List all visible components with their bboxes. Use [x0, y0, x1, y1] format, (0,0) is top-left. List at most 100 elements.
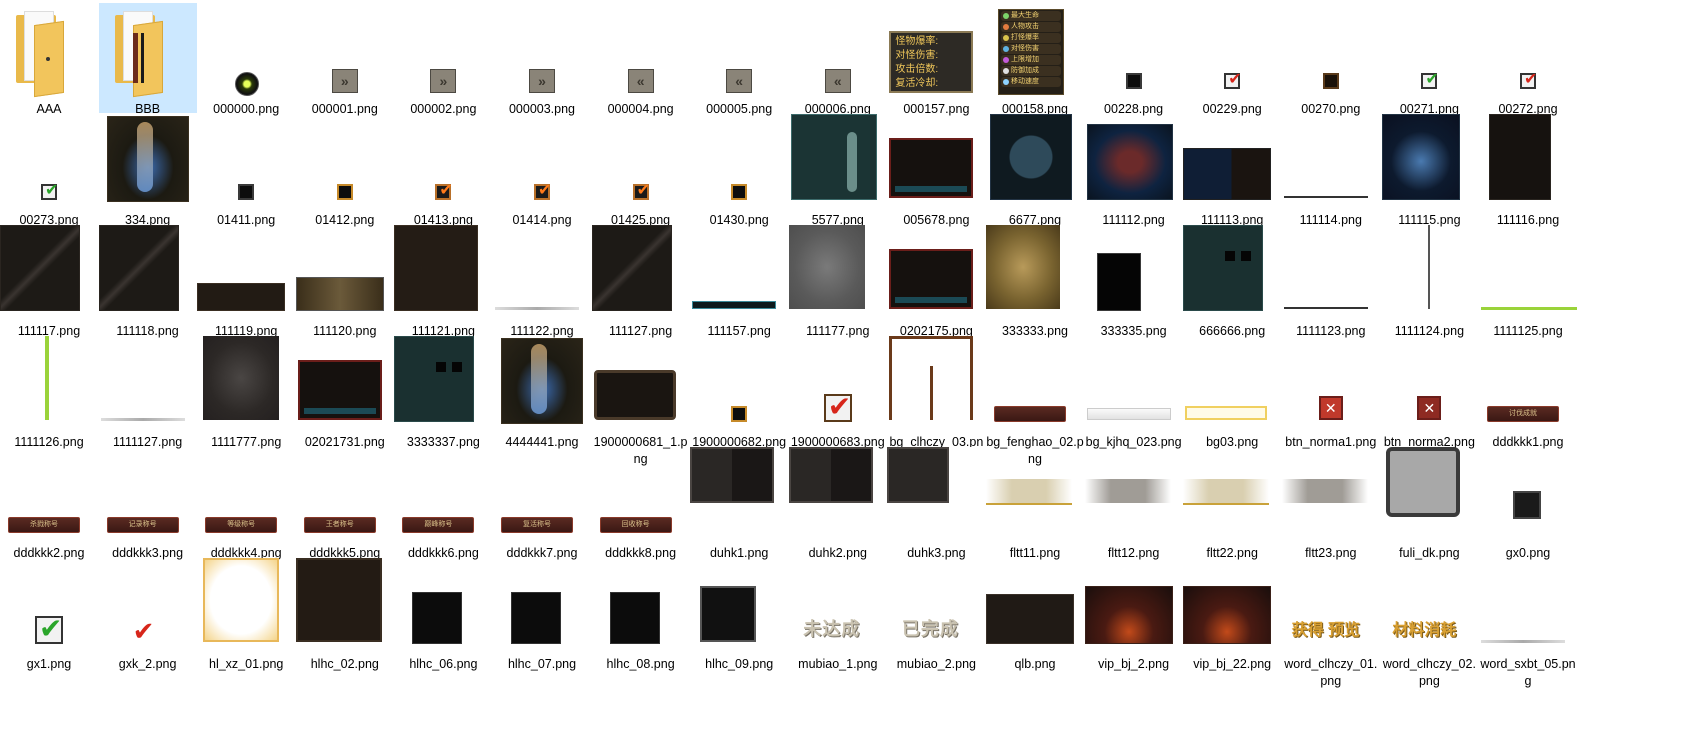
file-item[interactable]: 最大生命 人物攻击 打怪爆率 对怪伤害 上限增加 防御加成 移动速度 000158.png [986, 3, 1084, 116]
file-item[interactable]: » 000002.png [394, 3, 492, 116]
file-item[interactable]: 1111125.png [1479, 225, 1577, 338]
file-item[interactable]: 666666.png [1183, 225, 1281, 338]
file-item[interactable]: 111112.png [1085, 114, 1183, 227]
file-item[interactable]: ✔ 00229.png [1183, 3, 1281, 117]
file-item[interactable]: 6677.png [986, 114, 1084, 227]
file-item[interactable]: bg03.png [1183, 336, 1281, 449]
file-item[interactable]: 111117.png [0, 225, 98, 338]
file-item[interactable]: bg_clhczy_03.png [887, 336, 985, 466]
file-item[interactable]: 111119.png [197, 225, 295, 338]
file-item[interactable]: fuli_dk.png [1380, 447, 1478, 560]
file-item[interactable]: «000004.png [592, 3, 690, 116]
file-item[interactable]: 等级称号 dddkkk4.png [197, 447, 295, 560]
file-item[interactable]: 111114.png [1282, 114, 1380, 227]
file-item[interactable]: 回收称号 dddkkk8.png [592, 447, 690, 560]
file-item[interactable]: 111157.png [690, 225, 788, 338]
file-item[interactable]: 杀戮称号 dddkkk2.png [0, 447, 98, 560]
file-item[interactable]: hlhc_02.png [295, 558, 394, 671]
file-item[interactable]: bg_fenghao_02.png [986, 336, 1084, 466]
file-item[interactable]: vip_bj_2.png [1084, 558, 1183, 671]
file-item[interactable]: » 000003.png [493, 3, 591, 116]
file-item[interactable]: 111177.png [788, 225, 887, 338]
file-item[interactable]: 0202175.png [887, 225, 985, 338]
file-item[interactable]: ✔ 1900000683.png [789, 336, 887, 450]
file-item[interactable]: 01412.png [296, 114, 394, 227]
file-item[interactable]: 005678.png [887, 114, 985, 227]
file-item[interactable]: 获得 预览 word_clhczy_01.png [1282, 558, 1380, 688]
file-item[interactable]: gx0.png [1479, 447, 1577, 560]
file-item[interactable]: 1900000681_1.png [592, 336, 690, 466]
file-item[interactable]: 01411.png [197, 114, 295, 227]
file-item[interactable]: ✔ gx1.png [0, 558, 98, 672]
file-item[interactable]: 3333337.png [394, 336, 492, 449]
file-item[interactable]: 复活称号 dddkkk7.png [493, 447, 591, 560]
file-item[interactable]: 111113.png [1183, 114, 1281, 227]
file-item[interactable]: fltt22.png [1183, 447, 1281, 560]
file-item[interactable]: ✔ 00271.png [1380, 3, 1478, 117]
file-item[interactable]: 已完成 mubiao_2.png [887, 558, 985, 671]
file-item[interactable]: 01430.png [690, 114, 788, 227]
file-item[interactable]: 王者称号 dddkkk5.png [296, 447, 394, 560]
file-item[interactable]: word_sxbt_05.png [1479, 558, 1577, 688]
folder-item[interactable]: AAA [0, 3, 98, 116]
file-item[interactable]: ✕ btn_norma2.png [1380, 336, 1478, 449]
file-item[interactable]: fltt11.png [986, 447, 1084, 560]
file-item[interactable]: hlhc_07.png [493, 558, 591, 671]
thumbnail [986, 336, 1084, 434]
file-item[interactable]: 111116.png [1479, 114, 1577, 227]
file-item[interactable]: 333335.png [1085, 225, 1183, 338]
file-item[interactable]: 1111124.png [1380, 225, 1478, 338]
file-item[interactable]: 5577.png [789, 114, 887, 227]
file-item[interactable]: ✕ btn_norma1.png [1282, 336, 1380, 449]
file-item[interactable]: duhk3.png [887, 447, 985, 560]
folder-item[interactable]: BBB [98, 3, 197, 116]
file-item[interactable]: 02021731.png [296, 336, 394, 449]
file-item[interactable]: 1111123.png [1282, 225, 1380, 338]
banner-image: 巅峰称号 [402, 517, 475, 533]
file-item[interactable]: 未达成 mubiao_1.png [789, 558, 887, 671]
fade-image [986, 479, 1072, 505]
file-item[interactable]: 334.png [99, 114, 197, 227]
file-item[interactable]: 111118.png [98, 225, 197, 338]
file-item[interactable]: 4444441.png [493, 336, 591, 449]
file-item[interactable]: duhk1.png [690, 447, 788, 560]
file-item[interactable]: 111121.png [394, 225, 492, 338]
file-item[interactable]: 000000.png [197, 3, 295, 116]
file-item[interactable]: 1111126.png [0, 336, 98, 449]
file-item[interactable]: «000005.png [690, 3, 788, 116]
file-item[interactable]: ✔ gxk_2.png [99, 558, 197, 671]
file-item[interactable]: 111120.png [295, 225, 394, 338]
file-item[interactable]: ✔ 00273.png [0, 114, 98, 228]
file-item[interactable]: duhk2.png [788, 447, 887, 560]
file-item[interactable]: fltt23.png [1281, 447, 1380, 560]
file-item[interactable]: qlb.png [986, 558, 1084, 671]
file-item[interactable]: » 000001.png [296, 3, 394, 116]
file-item[interactable]: hlhc_08.png [592, 558, 690, 671]
file-item[interactable]: ✔ 01413.png [394, 114, 492, 228]
file-item[interactable]: hl_xz_01.png [197, 558, 295, 671]
file-item[interactable]: «000006.png [789, 3, 887, 116]
file-item[interactable]: ✔ 01425.png [592, 114, 690, 228]
file-item[interactable]: 1111777.png [197, 336, 295, 449]
file-item[interactable]: bg_kjhq_023.png [1085, 336, 1183, 449]
file-item[interactable]: vip_bj_22.png [1183, 558, 1281, 671]
file-item[interactable]: ✔ 01414.png [493, 114, 591, 228]
buff-row: 上限增加 [1001, 55, 1061, 65]
file-item[interactable]: 记录称号 dddkkk3.png [99, 447, 197, 560]
file-item[interactable]: ✔ 00272.png [1479, 3, 1577, 117]
file-item[interactable]: 怪物爆率: 对怪伤害: 攻击倍数: 复活冷却: 000157.png [887, 3, 985, 116]
file-item[interactable]: 111127.png [591, 225, 690, 338]
file-item[interactable]: 材料消耗 word_clhczy_02.png [1380, 558, 1478, 688]
file-item[interactable]: fltt12.png [1084, 447, 1183, 560]
file-item[interactable]: 333333.png [986, 225, 1084, 338]
file-item[interactable]: 111115.png [1380, 114, 1478, 227]
file-item[interactable]: hlhc_09.png [690, 558, 788, 671]
file-item[interactable]: 1900000682.png [690, 336, 788, 449]
file-item[interactable]: 00270.png [1282, 3, 1380, 116]
file-item[interactable]: 讨伐成就 dddkkk1.png [1479, 336, 1577, 449]
file-item[interactable]: 1111127.png [99, 336, 197, 449]
file-item[interactable]: 巅峰称号 dddkkk6.png [394, 447, 492, 560]
file-item[interactable]: 00228.png [1085, 3, 1183, 116]
file-item[interactable]: hlhc_06.png [394, 558, 492, 671]
file-item[interactable]: 111122.png [493, 225, 591, 338]
